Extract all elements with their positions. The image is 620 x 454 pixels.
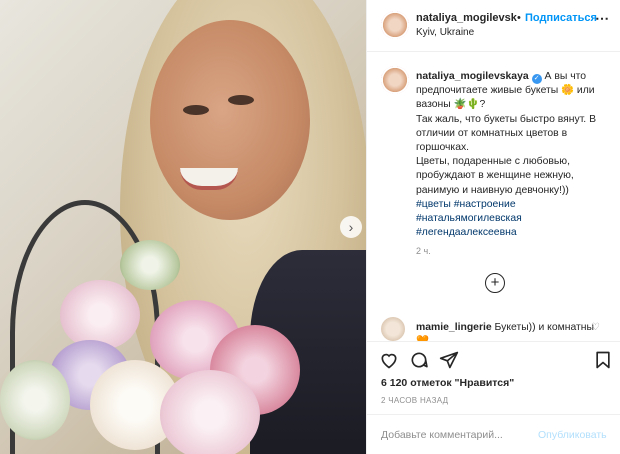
comment-avatar[interactable] [381,317,405,341]
header-username[interactable]: nataliya_mogilevsk [416,12,517,24]
caption-avatar[interactable] [381,66,409,94]
action-bar [367,341,620,376]
photo-flower [60,280,140,350]
photo-flower [0,360,70,440]
photo-eye-left [183,105,209,115]
avatar[interactable] [381,11,409,39]
comment-input[interactable] [381,429,531,441]
caption-username[interactable]: nataliya_mogilevskaya [416,71,529,82]
location-link[interactable]: Kyiv, Ukraine [416,27,474,38]
comment-like-heart-icon[interactable]: ♡ [591,322,600,333]
share-icon[interactable] [439,350,459,370]
photo-face [150,20,310,220]
load-more-comments-button[interactable]: + [485,273,505,293]
add-comment-bar: Опубликовать [367,414,620,454]
chevron-right-icon: › [348,219,354,235]
header-separator: • [517,12,521,24]
hashtag-link[interactable]: #цветы [416,199,451,210]
photo-flower [160,370,260,454]
plus-icon: + [490,274,500,291]
caption-line-2: Так жаль, что букеты быстро вянут. В отл… [416,113,597,154]
post-photo[interactable]: › [0,0,366,454]
follow-button[interactable]: Подписаться [525,12,597,24]
verified-badge-icon: ✓ [531,74,542,84]
more-options-icon[interactable]: ⋯ [595,10,610,27]
post-header: nataliya_mogilevsk • Подписаться Kyiv, U… [367,0,620,52]
hashtag-link[interactable]: #натальямогилевская [416,213,522,224]
next-photo-button[interactable]: › [340,216,362,238]
hashtag-link[interactable]: #легендаалексеевна [416,227,517,238]
publish-button[interactable]: Опубликовать [538,429,607,441]
post-side-panel: nataliya_mogilevsk • Подписаться Kyiv, U… [366,0,620,454]
comment-username[interactable]: mamie_lingerie [416,322,492,333]
photo-eye-right [228,95,254,105]
bookmark-icon[interactable] [593,350,613,370]
comment-icon[interactable] [409,350,429,370]
instagram-post: › nataliya_mogilevsk • Подписаться Kyiv,… [0,0,620,454]
caption-line-3: Цветы, подаренные с любовью, пробуждают … [416,156,574,196]
caption-time[interactable]: 2 ч. [416,246,431,256]
photo-flower [120,240,180,290]
post-timestamp[interactable]: 2 ЧАСОВ НАЗАД [381,396,448,405]
post-caption: nataliya_mogilevskaya ✓ А вы что предпочи… [416,70,612,240]
likes-count[interactable]: 6 120 отметок "Нравится" [381,377,514,389]
hashtag-link[interactable]: #настроение [454,199,516,210]
heart-icon[interactable] [379,350,399,370]
